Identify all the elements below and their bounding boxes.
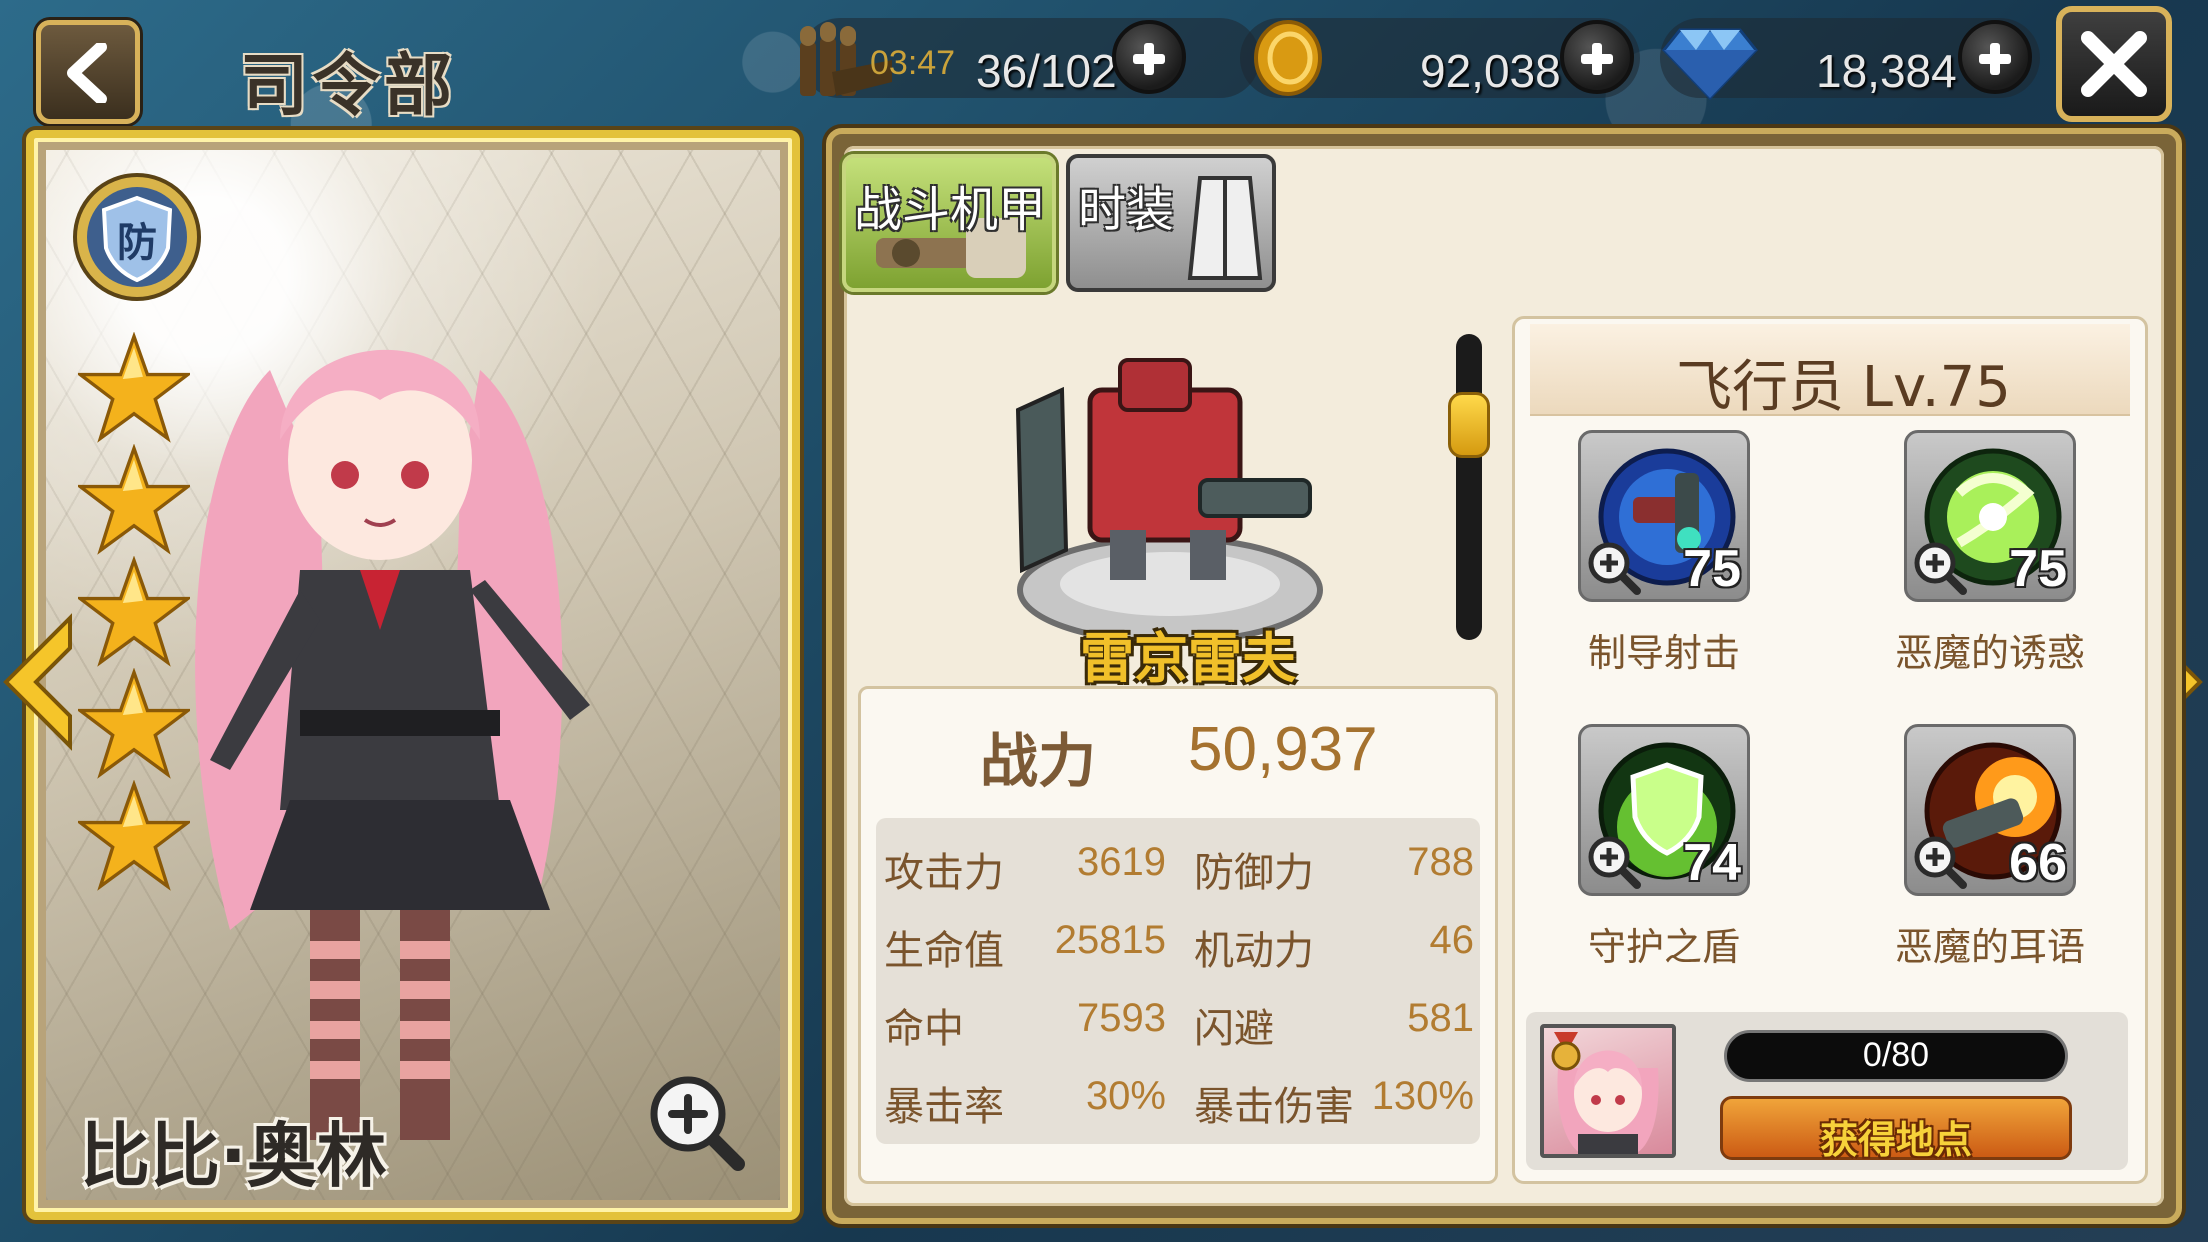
stat-evasion-label: 闪避: [1194, 1006, 1274, 1052]
zoom-icon: [1914, 542, 1967, 595]
stat-attack-label: 攻击力: [884, 850, 1004, 896]
diamond-icon: [1662, 28, 1758, 101]
stat-accuracy-label: 命中: [884, 1006, 964, 1052]
skill-demon-whisper[interactable]: 66: [1904, 724, 2076, 896]
zoom-icon: [1588, 836, 1641, 889]
tab-costume[interactable]: 时装: [1066, 154, 1276, 292]
stat-defense-label: 防御力: [1194, 850, 1314, 896]
close-button[interactable]: [2056, 6, 2172, 122]
skill-name: 制导射击: [1587, 631, 1740, 675]
previous-character-arrow-icon[interactable]: [0, 612, 72, 752]
fragment-count: 0/80: [1862, 1036, 1930, 1074]
tab-costume-label: 时装: [1078, 182, 1175, 238]
stat-attack-value: 3619: [1077, 840, 1166, 884]
zoom-icon: [1588, 542, 1641, 595]
stat-crit-damage-label: 暴击伤害: [1194, 1084, 1354, 1130]
star-icon: [78, 332, 190, 443]
role-label: 防: [117, 220, 157, 266]
skill-name: 恶魔的诱惑: [1894, 631, 2085, 675]
power-value: 50,937: [1188, 715, 1378, 784]
skill-guided-shot[interactable]: 75: [1578, 430, 1750, 602]
stat-crit-damage-value: 130%: [1371, 1074, 1474, 1118]
obtain-location-button[interactable]: 获得地点: [1720, 1096, 2072, 1162]
skill-level: 74: [1683, 834, 1741, 892]
stat-defense-value: 788: [1407, 840, 1474, 884]
defense-shield-icon: 防: [73, 173, 201, 301]
add-gold-button[interactable]: [1560, 20, 1634, 94]
add-diamond-button[interactable]: [1958, 20, 2032, 94]
mech-scroll-handle[interactable]: [1448, 392, 1490, 458]
skill-guardian-shield[interactable]: 74: [1578, 724, 1750, 896]
skill-level: 75: [2009, 540, 2067, 598]
diamond-bar: 18,384: [1660, 18, 2040, 101]
energy-bar: 03:47 36/102: [800, 18, 1260, 98]
diamond-value: 18,384: [1816, 45, 1957, 97]
close-icon: [2081, 31, 2147, 97]
stat-mobility-value: 46: [1429, 918, 1475, 962]
mech-scroll-track[interactable]: [1456, 334, 1482, 640]
skill-demon-temptation[interactable]: 75: [1904, 430, 2076, 602]
star-icon: [78, 668, 190, 779]
stat-crit-rate-value: 30%: [1085, 1074, 1166, 1118]
pilot-title: 飞行员 Lv.75: [1676, 355, 2011, 420]
costume-icon: [1187, 176, 1263, 280]
skill-name: 守护之盾: [1587, 925, 1740, 969]
star-icon: [78, 556, 190, 667]
stat-crit-rate-label: 暴击率: [884, 1084, 1004, 1130]
mech-model[interactable]: [1000, 350, 1340, 650]
skill-level: 75: [1683, 540, 1741, 598]
stat-hp-label: 生命值: [884, 928, 1004, 974]
power-label: 战力: [980, 727, 1097, 795]
page-title: 司令部: [240, 47, 457, 126]
zoom-icon: [1914, 836, 1967, 889]
skill-name: 恶魔的耳语: [1894, 925, 2085, 969]
stat-evasion-value: 581: [1407, 996, 1474, 1040]
gold-value: 92,038: [1420, 45, 1561, 97]
pilot-fragment-portrait[interactable]: [1540, 1024, 1676, 1158]
obtain-location-label: 获得地点: [1819, 1118, 1972, 1162]
character-name: 比比·奥林: [80, 1115, 387, 1197]
back-arrow-icon: [67, 43, 107, 103]
energy-value: 36/102: [976, 45, 1117, 97]
stat-accuracy-value: 7593: [1077, 996, 1166, 1040]
energy-timer: 03:47: [870, 44, 956, 82]
tab-battle-mech-label: 战斗机甲: [854, 182, 1047, 238]
character-portrait[interactable]: [150, 290, 670, 1190]
mech-name: 雷京雷夫: [1080, 627, 1296, 690]
gold-coin-icon: [1254, 20, 1322, 96]
back-button[interactable]: [36, 20, 140, 124]
zoom-icon[interactable]: [646, 1072, 746, 1172]
gold-bar: 92,038: [1240, 18, 1640, 98]
add-energy-button[interactable]: [1112, 20, 1186, 94]
stat-mobility-label: 机动力: [1194, 928, 1314, 974]
star-icon: [78, 444, 190, 555]
stat-hp-value: 25815: [1054, 918, 1166, 962]
medal-icon: [1551, 1032, 1581, 1071]
star-icon: [78, 780, 190, 891]
skill-level: 66: [2009, 834, 2067, 892]
tab-battle-mech[interactable]: 战斗机甲: [842, 154, 1056, 292]
